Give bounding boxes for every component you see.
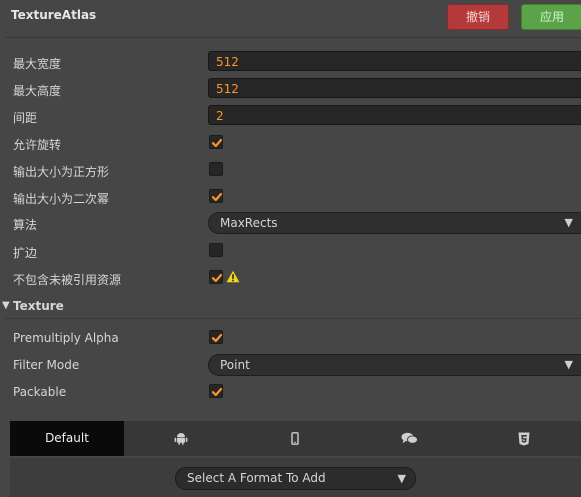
revert-button[interactable]: 撤销 [447,4,509,30]
max-height-row: 最大高度 512 [0,77,581,103]
premultiply-alpha-label: Premultiply Alpha [13,331,119,345]
allow-rotation-row: 允许旋转 [0,131,581,157]
collapse-arrow-icon[interactable]: ▼ [2,300,10,311]
packable-label: Packable [13,385,67,399]
filter-unused-checkbox[interactable] [209,270,223,284]
checkmark-icon [211,387,223,397]
packable-checkbox[interactable] [209,384,223,398]
force-squared-label: 输出大小为正方形 [13,165,110,179]
max-width-input[interactable]: 512 [208,51,581,71]
apply-button[interactable]: 应用 [521,4,581,30]
format-select-placeholder: Select A Format To Add [187,471,326,485]
inspector-header: TextureAtlas 撤销 应用 [0,0,581,37]
max-width-label: 最大宽度 [13,57,62,71]
extrude-checkbox[interactable] [209,243,223,257]
asset-title: TextureAtlas [11,8,97,22]
premultiply-alpha-checkbox[interactable] [209,330,223,344]
chat-icon [401,432,418,444]
checkmark-icon [211,273,223,283]
platform-tabs: Default [10,421,581,456]
extrude-label: 扩边 [13,246,38,260]
max-height-input[interactable]: 512 [208,78,581,98]
tab-android[interactable] [124,421,238,456]
header-divider [5,37,581,38]
algorithm-value: MaxRects [220,216,278,230]
force-squared-checkbox[interactable] [209,162,223,176]
caret-down-icon: ▼ [564,216,573,229]
tab-mobile[interactable] [238,421,352,456]
format-select[interactable]: Select A Format To Add ▼ [175,467,416,490]
algorithm-select[interactable]: MaxRects ▼ [208,212,581,234]
caret-down-icon: ▼ [564,358,573,371]
tab-default[interactable]: Default [10,421,124,456]
filter-unused-row: 不包含未被引用资源 [0,266,581,292]
tab-html5[interactable] [466,421,581,456]
max-width-row: 最大宽度 512 [0,50,581,76]
filter-mode-label: Filter Mode [13,358,80,372]
force-squared-row: 输出大小为正方形 [0,158,581,184]
power-of-two-label: 输出大小为二次幂 [13,192,110,206]
power-of-two-checkbox[interactable] [209,189,223,203]
checkmark-icon [211,138,223,148]
filter-mode-select[interactable]: Point ▼ [208,354,581,376]
padding-label: 间距 [13,111,38,125]
algorithm-label: 算法 [13,218,38,232]
texture-section-header[interactable]: ▼ Texture [0,297,581,317]
filter-mode-row: Filter Mode Point ▼ [0,353,581,379]
packable-row: Packable [0,380,581,406]
texture-section-label: Texture [13,299,64,313]
warning-icon[interactable] [226,270,240,286]
checkmark-icon [211,333,223,343]
extrude-row: 扩边 [0,239,581,265]
allow-rotation-checkbox[interactable] [209,135,223,149]
android-icon [174,433,188,445]
tab-chat[interactable] [352,421,466,456]
checkmark-icon [211,192,223,202]
filter-unused-label: 不包含未被引用资源 [13,273,122,287]
caret-down-icon: ▼ [397,472,406,485]
premultiply-alpha-row: Premultiply Alpha [0,326,581,352]
algorithm-row: 算法 MaxRects ▼ [0,211,581,237]
padding-input[interactable]: 2 [208,105,581,125]
padding-row: 间距 2 [0,104,581,130]
texture-divider [5,318,581,319]
max-height-label: 最大高度 [13,84,62,98]
filter-mode-value: Point [220,358,250,372]
allow-rotation-label: 允许旋转 [13,138,62,152]
mobile-phone-icon [291,432,299,445]
html5-icon [518,432,529,446]
power-of-two-row: 输出大小为二次幂 [0,185,581,211]
